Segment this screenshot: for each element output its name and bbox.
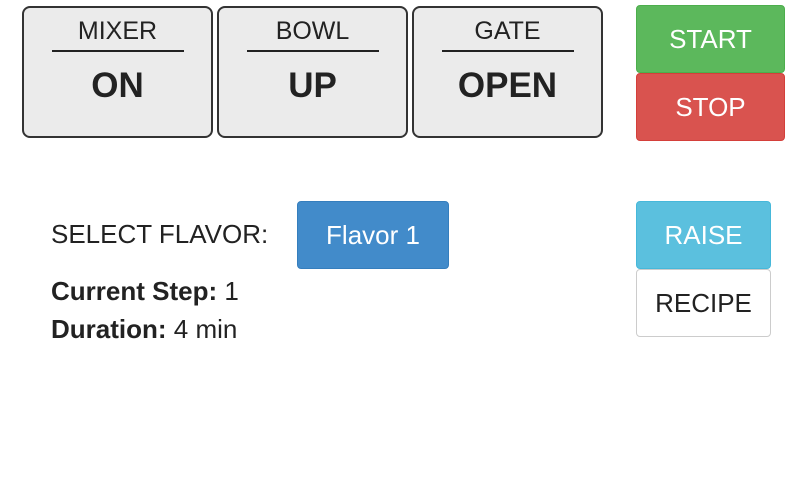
gate-status-panel: GATE OPEN — [412, 6, 603, 138]
current-step-value: 1 — [224, 276, 239, 306]
raise-button[interactable]: RAISE — [636, 201, 771, 269]
start-button[interactable]: START — [636, 5, 785, 73]
duration-line: Duration: 4 min — [51, 312, 237, 346]
duration-value: 4 min — [173, 314, 238, 344]
control-panel: MIXER ON BOWL UP GATE OPEN START STOP SE… — [0, 0, 804, 480]
select-flavor-label: SELECT FLAVOR: — [51, 219, 269, 249]
bowl-status-label: BOWL — [246, 16, 379, 52]
stop-button[interactable]: STOP — [636, 73, 785, 141]
gate-status-value: OPEN — [457, 66, 558, 105]
current-step-line: Current Step: 1 — [51, 274, 239, 308]
mixer-status-value: ON — [91, 66, 144, 105]
duration-key: Duration: — [51, 314, 167, 344]
bowl-status-panel: BOWL UP — [217, 6, 408, 138]
gate-status-label: GATE — [441, 16, 574, 52]
mixer-status-panel: MIXER ON — [22, 6, 213, 138]
current-step-key: Current Step: — [51, 276, 218, 306]
mixer-status-label: MIXER — [51, 16, 184, 52]
flavor-select-button[interactable]: Flavor 1 — [297, 201, 449, 269]
bowl-status-value: UP — [288, 66, 337, 105]
recipe-button[interactable]: RECIPE — [636, 269, 771, 337]
